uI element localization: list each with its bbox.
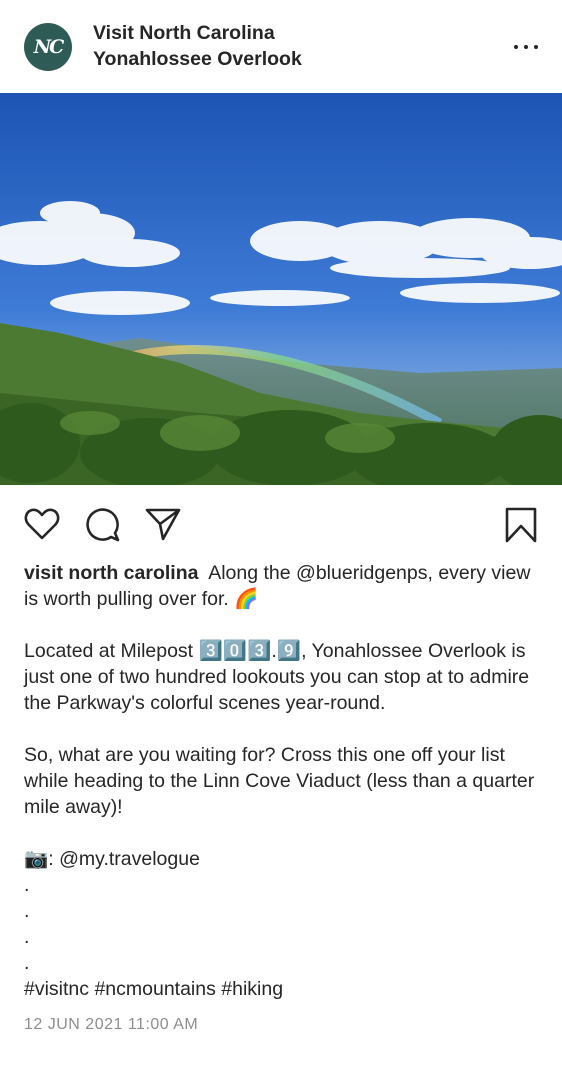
- more-dot: [524, 45, 528, 49]
- more-dot: [534, 45, 538, 49]
- heart-icon[interactable]: [24, 507, 60, 541]
- caption-text: Located at Milepost: [24, 640, 199, 662]
- milepost-emoji: 3️⃣0️⃣3️⃣.9️⃣: [198, 640, 302, 662]
- account-info: Visit North Carolina Yonahlossee Overloo…: [93, 20, 302, 72]
- post-photo[interactable]: [0, 93, 562, 485]
- caption-dot: .: [24, 952, 30, 974]
- hashtags[interactable]: #visitnc #ncmountains #hiking: [24, 978, 283, 1000]
- paragraph-break: [24, 716, 538, 742]
- more-dot: [514, 45, 518, 49]
- caption-dot: .: [24, 874, 30, 896]
- landscape-image: [0, 93, 562, 485]
- avatar[interactable]: NC: [24, 23, 72, 71]
- more-options-icon[interactable]: [514, 36, 538, 58]
- send-icon[interactable]: [145, 507, 181, 541]
- comment-icon[interactable]: [84, 507, 120, 543]
- paragraph-break: [24, 820, 538, 846]
- caption-text: So, what are you waiting for? Cross this…: [24, 744, 540, 818]
- action-bar: [0, 485, 562, 560]
- post-timestamp: 12 JUN 2021 11:00 AM: [24, 1016, 199, 1033]
- caption-username[interactable]: visit north carolina: [24, 562, 198, 584]
- caption: visit north carolina Along the @blueridg…: [0, 560, 562, 1002]
- camera-emoji: 📷: [24, 848, 49, 870]
- account-name[interactable]: Visit North Carolina: [93, 20, 302, 46]
- location-label[interactable]: Yonahlossee Overlook: [93, 46, 302, 72]
- photo-credit[interactable]: : @my.travelogue: [48, 848, 200, 870]
- post-header: NC Visit North Carolina Yonahlossee Over…: [0, 0, 562, 93]
- paragraph-break: [24, 612, 538, 638]
- bookmark-icon[interactable]: [505, 507, 537, 543]
- caption-dot: .: [24, 900, 30, 922]
- caption-dot: .: [24, 926, 30, 948]
